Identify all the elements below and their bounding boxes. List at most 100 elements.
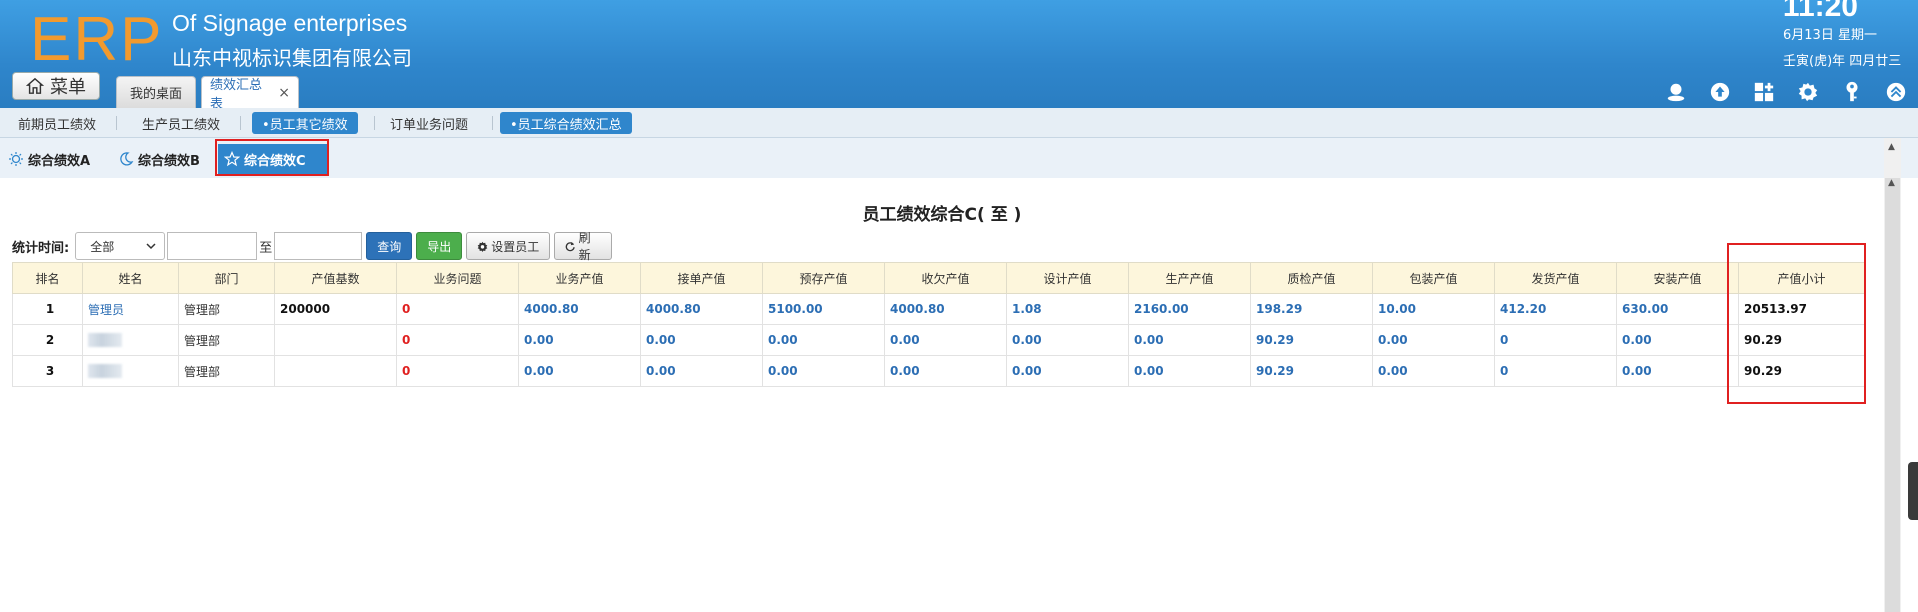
refresh-button[interactable]: 刷新: [554, 231, 613, 262]
tab-comprehensive-a[interactable]: 综合绩效A: [2, 144, 96, 174]
company-name-cn: 山东中视标识集团有限公司: [172, 46, 412, 70]
value-cell[interactable]: 0.00: [1128, 355, 1251, 387]
tab-comprehensive-b[interactable]: 综合绩效B: [112, 144, 206, 174]
value-cell[interactable]: 4000.80: [518, 293, 641, 325]
value-cell[interactable]: 0.00: [518, 355, 641, 387]
base-value-cell: [274, 324, 397, 356]
column-header[interactable]: 生产产值: [1128, 262, 1251, 294]
value-cell[interactable]: 0.00: [1372, 355, 1495, 387]
column-header[interactable]: 部门: [178, 262, 275, 294]
chevron-down-icon: [146, 243, 156, 250]
tab-performance-summary[interactable]: 绩效汇总表 ×: [201, 76, 299, 112]
column-header[interactable]: 包装产值: [1372, 262, 1495, 294]
collapse-icon[interactable]: [1884, 80, 1908, 104]
value-cell[interactable]: 90.29: [1250, 355, 1373, 387]
redacted-name: [88, 333, 122, 348]
column-header[interactable]: 产值基数: [274, 262, 397, 294]
issue-cell[interactable]: 0: [396, 293, 519, 325]
clock: 11:20: [1782, 0, 1858, 23]
subnav-item-order-issues[interactable]: 订单业务问题: [380, 112, 478, 134]
value-cell[interactable]: 90.29: [1250, 324, 1373, 356]
value-cell[interactable]: 0.00: [762, 355, 885, 387]
side-panel-handle[interactable]: [1908, 462, 1918, 520]
name-link[interactable]: 管理员: [82, 293, 179, 325]
filter-bar: 统计时间: 全部 至 查询 导出 设置员工 刷新: [12, 231, 613, 262]
column-header[interactable]: 设计产值: [1006, 262, 1129, 294]
name-cell-redacted[interactable]: [82, 355, 179, 387]
column-header[interactable]: 发货产值: [1494, 262, 1617, 294]
gear-icon[interactable]: [1796, 80, 1820, 104]
set-staff-button[interactable]: 设置员工: [466, 232, 551, 260]
value-cell[interactable]: 0.00: [884, 324, 1007, 356]
subnav-divider: [374, 116, 375, 130]
value-cell[interactable]: 0.00: [1616, 355, 1739, 387]
subnav-item-production-performance[interactable]: 生产员工绩效: [132, 112, 230, 134]
issue-cell[interactable]: 0: [396, 355, 519, 387]
column-header[interactable]: 接单产值: [640, 262, 763, 294]
tab-label: 综合绩效B: [138, 153, 200, 169]
performance-table: 排名 姓名 部门 产值基数 业务问题 业务产值 接单产值 预存产值 收欠产值 设…: [12, 262, 1865, 387]
highlight-box: [215, 139, 329, 176]
vertical-scrollbar[interactable]: ▲ ▲: [1884, 138, 1901, 612]
base-value-cell: [274, 355, 397, 387]
value-cell[interactable]: 0.00: [762, 324, 885, 356]
value-cell[interactable]: 0.00: [1128, 324, 1251, 356]
scroll-up-icon[interactable]: ▲: [1888, 178, 1895, 188]
scrollbar-thumb[interactable]: [1885, 178, 1900, 612]
column-header[interactable]: 姓名: [82, 262, 179, 294]
page-title: 员工绩效综合C( 至 ): [862, 205, 1022, 225]
subnav-item-comprehensive-summary[interactable]: •员工综合绩效汇总: [500, 112, 632, 134]
refresh-icon: [565, 241, 575, 251]
subnav-item-early-performance[interactable]: 前期员工绩效: [8, 112, 106, 134]
value-cell[interactable]: 0.00: [640, 324, 763, 356]
apps-icon[interactable]: [1752, 80, 1776, 104]
key-icon[interactable]: [1840, 80, 1864, 104]
subnav-item-other-performance[interactable]: •员工其它绩效: [252, 112, 358, 134]
query-button[interactable]: 查询: [366, 232, 413, 260]
value-cell[interactable]: 0.00: [1616, 324, 1739, 356]
value-cell[interactable]: 4000.80: [884, 293, 1007, 325]
moon-icon: [120, 152, 134, 166]
column-header[interactable]: 质检产值: [1250, 262, 1373, 294]
value-cell[interactable]: 0.00: [518, 324, 641, 356]
value-cell[interactable]: 630.00: [1616, 293, 1739, 325]
value-cell[interactable]: 0.00: [640, 355, 763, 387]
table-row: 1 管理员 管理部 200000 0 4000.80 4000.80 5100.…: [12, 293, 1865, 325]
value-cell[interactable]: 0.00: [1372, 324, 1495, 356]
value-cell[interactable]: 0: [1494, 355, 1617, 387]
app-header: ERP Of Signage enterprises 山东中视标识集团有限公司 …: [0, 0, 1918, 112]
value-cell[interactable]: 0.00: [1006, 355, 1129, 387]
column-header[interactable]: 业务问题: [396, 262, 519, 294]
subnav-divider: [240, 116, 241, 130]
value-cell[interactable]: 1.08: [1006, 293, 1129, 325]
close-icon[interactable]: ×: [278, 85, 290, 101]
start-date-input[interactable]: [167, 232, 258, 260]
value-cell[interactable]: 412.20: [1494, 293, 1617, 325]
value-cell[interactable]: 10.00: [1372, 293, 1495, 325]
value-cell[interactable]: 2160.00: [1128, 293, 1251, 325]
period-select[interactable]: 全部: [75, 232, 166, 260]
column-header[interactable]: 业务产值: [518, 262, 641, 294]
cloud-upload-icon[interactable]: [1708, 80, 1732, 104]
value-cell[interactable]: 0.00: [884, 355, 1007, 387]
column-header[interactable]: 安装产值: [1616, 262, 1739, 294]
export-button[interactable]: 导出: [416, 232, 463, 260]
menu-button[interactable]: 菜单: [12, 72, 100, 100]
date-lunar: 壬寅(虎)年 四月廿三: [1783, 54, 1902, 69]
end-date-input[interactable]: [274, 232, 363, 260]
user-icon[interactable]: [1664, 80, 1688, 104]
value-cell[interactable]: 5100.00: [762, 293, 885, 325]
value-cell[interactable]: 4000.80: [640, 293, 763, 325]
column-header[interactable]: 预存产值: [762, 262, 885, 294]
table-row: 2 管理部 0 0.00 0.00 0.00 0.00 0.00 0.00 90…: [12, 324, 1865, 356]
value-cell[interactable]: 0: [1494, 324, 1617, 356]
scroll-up-icon[interactable]: ▲: [1888, 142, 1895, 152]
rank-cell: 2: [12, 324, 83, 356]
column-header[interactable]: 收欠产值: [884, 262, 1007, 294]
tab-my-desktop[interactable]: 我的桌面: [116, 76, 196, 108]
issue-cell[interactable]: 0: [396, 324, 519, 356]
value-cell[interactable]: 198.29: [1250, 293, 1373, 325]
column-header[interactable]: 排名: [12, 262, 83, 294]
value-cell[interactable]: 0.00: [1006, 324, 1129, 356]
name-cell-redacted[interactable]: [82, 324, 179, 356]
